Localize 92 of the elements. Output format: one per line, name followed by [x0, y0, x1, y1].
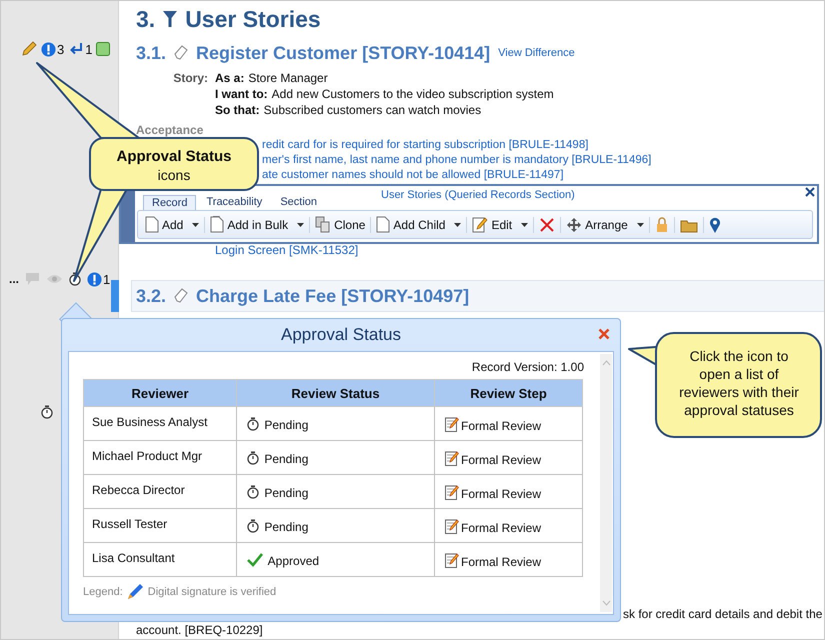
caret-icon[interactable] [192, 222, 200, 226]
status-square-icon[interactable] [96, 42, 110, 56]
stopwatch-icon [247, 451, 259, 465]
document-icon [210, 216, 224, 233]
reviewer-cell: Michael Product Mgr [84, 440, 236, 474]
requirement-text: account. [BREQ-10229] [136, 622, 264, 638]
requirement-text: sk for credit card details and debit the [623, 606, 824, 622]
alert-count[interactable]: 1 [87, 272, 110, 286]
legend-label: Legend: [83, 586, 123, 598]
alert-icon [87, 272, 102, 286]
child-button[interactable]: Add Child [373, 214, 464, 235]
reviewer-cell: Lisa Consultant [84, 542, 236, 576]
step-cell: Formal Review [434, 508, 582, 542]
document-icon [376, 216, 390, 233]
status-cell: Approved [236, 542, 434, 576]
reply-arrow-icon [68, 42, 84, 56]
edit-button[interactable]: Edit [469, 214, 532, 235]
move-arrows-icon [566, 216, 582, 232]
section-title: User Stories [185, 6, 321, 32]
step-cell: Formal Review [434, 440, 582, 474]
acceptance-link[interactable]: ate customer names should not be allowed [BRULE-11497] [262, 168, 564, 183]
acceptance-label: Acceptance [136, 122, 204, 138]
marker-pen-icon [126, 583, 144, 600]
step-cell: Formal Review [434, 474, 582, 508]
check-icon [247, 553, 263, 567]
pencil-document-icon [445, 518, 459, 534]
record-version: Record Version: 1.00 [470, 360, 584, 374]
column-header: Review Step [434, 380, 582, 406]
reply-count[interactable]: 1 [68, 42, 92, 56]
legend-text: Digital signature is verified [148, 586, 276, 598]
column-header: Review Status [236, 380, 434, 406]
column-header: Reviewer [84, 380, 236, 406]
alert-count[interactable]: 3 [41, 42, 64, 56]
stopwatch-icon [247, 485, 259, 499]
alert-icon [41, 42, 56, 56]
tab[interactable]: Section [272, 195, 326, 210]
story-title[interactable]: Charge Late Fee [STORY-10497] [196, 286, 470, 306]
reviewer-cell: Rebecca Director [84, 474, 236, 508]
story-key: So that: [215, 103, 260, 117]
story-key: I want to: [215, 87, 268, 101]
stopwatch-icon [247, 417, 259, 431]
pencil-document-icon [445, 450, 459, 466]
stopwatch-icon [247, 519, 259, 533]
status-cell: Pending [236, 406, 434, 440]
story-value: Subscribed customers can watch movies [264, 103, 482, 117]
more-text: ... [9, 274, 20, 284]
reviewer-cell: Sue Business Analyst [84, 406, 236, 440]
acceptance-link[interactable]: mer's first name, last name and phone number is mandatory [BRULE-11496] [262, 153, 652, 168]
callout-title: Approval Status [116, 147, 232, 166]
bulk-button[interactable]: Add in Bulk [207, 214, 308, 235]
pencil-document-icon [445, 416, 459, 432]
pencil-document-icon [445, 484, 459, 500]
copy-icon [315, 216, 332, 233]
story-number: 3.1. [136, 42, 166, 64]
story-key: As a: [215, 71, 244, 85]
caret-icon[interactable] [454, 222, 462, 226]
filter-icon[interactable] [163, 11, 178, 27]
view-difference-link[interactable]: View Difference [498, 47, 575, 59]
story-number: 3.2. [136, 286, 166, 306]
pencil-document-icon [472, 216, 488, 233]
status-cell: Pending [236, 508, 434, 542]
status-cell: Pending [236, 474, 434, 508]
reviewer-cell: Russell Tester [84, 508, 236, 542]
section-number: 3. [136, 6, 156, 32]
story-value: Store Manager [248, 71, 328, 85]
document-icon [145, 216, 159, 233]
caret-icon[interactable] [297, 222, 304, 226]
close-icon[interactable] [805, 187, 815, 197]
caret-icon[interactable] [521, 222, 528, 226]
stopwatch-icon[interactable] [41, 405, 53, 419]
tab[interactable]: Traceability [198, 195, 270, 210]
story-label: Story: [172, 70, 209, 87]
acceptance-link[interactable]: redit card for is required for starting subscription [BRULE-11498] [262, 138, 588, 153]
pencil-icon[interactable] [21, 41, 37, 57]
story-value: Add new Customers to the video subscription system [272, 87, 554, 101]
callout-text: icons [158, 166, 190, 185]
popup-title: User Stories (Queried Records Section) [381, 189, 575, 201]
story-title: Register Customer [STORY-10414] [196, 42, 490, 64]
step-cell: Formal Review [434, 542, 582, 576]
callout-text: Click the icon to open a list of reviewers with their approval statuses [678, 347, 800, 419]
arrange-button[interactable]: Arrange [563, 214, 647, 234]
step-cell: Formal Review [434, 406, 582, 440]
related-link[interactable]: Login Screen [SMK-11532] [215, 242, 358, 258]
tag-icon [174, 45, 188, 61]
add-button[interactable]: Add [142, 214, 202, 235]
caret-icon[interactable] [636, 222, 644, 226]
pencil-document-icon [445, 552, 459, 568]
clone-button[interactable]: Clone [312, 214, 368, 235]
tab[interactable]: Record [143, 195, 196, 210]
tag-icon [174, 288, 188, 304]
dialog-title: Approval Status [280, 325, 401, 345]
status-cell: Pending [236, 440, 434, 474]
